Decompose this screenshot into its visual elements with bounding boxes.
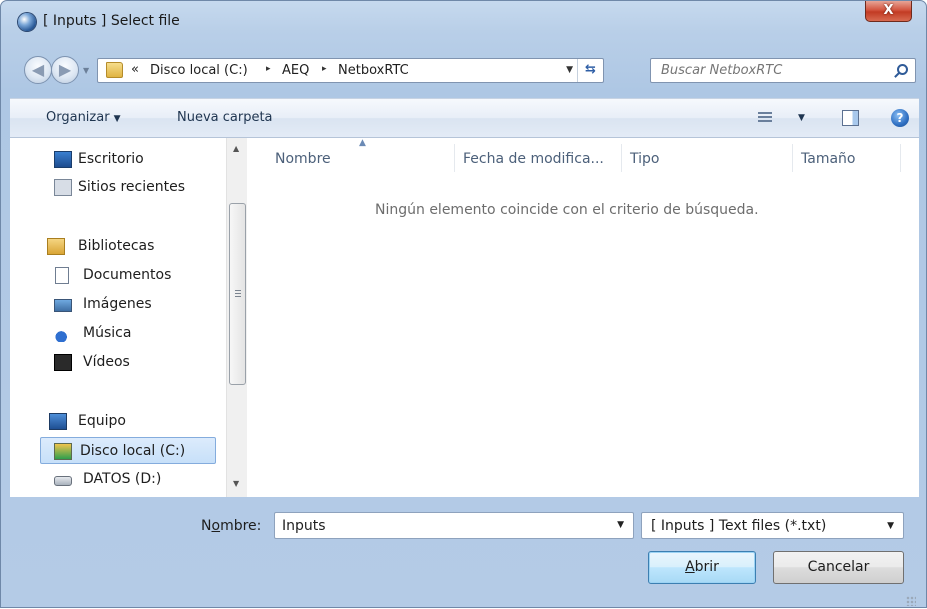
chevron-down-icon: ▼ bbox=[887, 521, 894, 531]
organize-label: Organizar bbox=[46, 110, 110, 125]
sidebar-item-label: Imágenes bbox=[83, 296, 152, 312]
sidebar-item-escritorio[interactable]: Escritorio bbox=[10, 146, 220, 173]
music-icon bbox=[54, 325, 72, 342]
scrollbar-thumb[interactable] bbox=[229, 203, 246, 385]
sidebar-item-label: Bibliotecas bbox=[78, 238, 155, 254]
open-button[interactable]: Abrir bbox=[648, 551, 756, 584]
column-header-type[interactable]: Tipo bbox=[630, 151, 659, 167]
desktop-icon bbox=[54, 151, 72, 168]
recent-locations-dropdown-icon[interactable]: ▼ bbox=[83, 66, 89, 75]
file-list[interactable]: Nombre ▲ Fecha de modifica... Tipo Tamañ… bbox=[249, 138, 919, 497]
videos-icon bbox=[54, 354, 72, 371]
file-name-label-part: mbre: bbox=[220, 518, 262, 534]
sidebar-item-label: Música bbox=[83, 325, 132, 341]
file-name-combobox[interactable]: ▼ bbox=[274, 512, 634, 539]
sidebar-item-bibliotecas[interactable]: Bibliotecas bbox=[10, 233, 220, 260]
drive-icon bbox=[54, 476, 72, 486]
navigation-pane: Escritorio Sitios recientes Bibliotecas … bbox=[10, 138, 248, 497]
sidebar-item-label: Escritorio bbox=[78, 151, 144, 167]
content-area: Escritorio Sitios recientes Bibliotecas … bbox=[10, 138, 919, 497]
column-divider[interactable] bbox=[900, 144, 901, 172]
local-disk-icon bbox=[54, 443, 72, 460]
scroll-up-icon[interactable]: ▲ bbox=[233, 144, 239, 153]
sidebar-item-imagenes[interactable]: Imágenes bbox=[10, 291, 220, 318]
search-box[interactable] bbox=[650, 58, 916, 83]
forward-button[interactable]: ▶ bbox=[51, 56, 79, 84]
search-input[interactable] bbox=[659, 61, 884, 80]
folder-icon bbox=[106, 62, 123, 78]
back-button[interactable]: ◀ bbox=[24, 56, 52, 84]
sidebar-item-label: Vídeos bbox=[83, 354, 130, 370]
grip-icon bbox=[235, 290, 241, 297]
file-name-label-part: N bbox=[201, 518, 212, 534]
file-name-label-accesskey: o bbox=[211, 518, 221, 534]
sidebar-item-documentos[interactable]: Documentos bbox=[10, 262, 220, 289]
view-options-dropdown-icon[interactable]: ▼ bbox=[798, 113, 805, 123]
breadcrumb-separator-icon[interactable]: ▸ bbox=[266, 64, 271, 74]
empty-list-message: Ningún elemento coincide con el criterio… bbox=[375, 202, 759, 218]
sidebar-item-disco-local[interactable]: Disco local (C:) bbox=[40, 437, 216, 464]
breadcrumb-item-aeq[interactable]: AEQ bbox=[282, 63, 309, 78]
file-name-label: Nombre: bbox=[201, 518, 261, 534]
sidebar-item-sitios-recientes[interactable]: Sitios recientes bbox=[10, 174, 220, 201]
refresh-button[interactable]: ⇆ bbox=[577, 59, 603, 82]
close-button[interactable]: X bbox=[865, 1, 912, 22]
sidebar-item-videos[interactable]: Vídeos bbox=[10, 349, 220, 376]
chevron-down-icon: ▼ bbox=[113, 114, 121, 124]
column-divider[interactable] bbox=[792, 144, 793, 172]
images-icon bbox=[54, 299, 72, 312]
sidebar-item-label: Documentos bbox=[83, 267, 172, 283]
sidebar-scrollbar[interactable]: ▲ ▼ bbox=[226, 138, 247, 497]
sidebar-item-label: DATOS (D:) bbox=[83, 471, 162, 487]
address-dropdown-icon[interactable]: ▼ bbox=[566, 65, 573, 75]
app-icon bbox=[18, 13, 36, 31]
breadcrumb-item-disk[interactable]: Disco local (C:) bbox=[150, 63, 248, 78]
column-divider[interactable] bbox=[621, 144, 622, 172]
breadcrumb-separator-icon[interactable]: ▸ bbox=[322, 64, 327, 74]
help-icon[interactable]: ? bbox=[891, 109, 909, 127]
sidebar-item-label: Sitios recientes bbox=[78, 179, 185, 195]
file-type-select[interactable]: [ Inputs ] Text files (*.txt) ▼ bbox=[641, 512, 904, 539]
sort-ascending-icon: ▲ bbox=[359, 138, 366, 148]
libraries-icon bbox=[47, 238, 65, 255]
file-dialog-window: [ Inputs ] Select file X ◀ ▶ ▼ « Disco l… bbox=[0, 0, 927, 608]
documents-icon bbox=[55, 267, 69, 284]
command-toolbar: Organizar ▼ Nueva carpeta ▼ ? bbox=[10, 98, 919, 138]
new-folder-button[interactable]: Nueva carpeta bbox=[177, 110, 273, 125]
column-header-size[interactable]: Tamaño bbox=[801, 151, 855, 167]
column-header-date[interactable]: Fecha de modifica... bbox=[463, 151, 604, 167]
file-name-input[interactable] bbox=[280, 516, 600, 535]
chevron-down-icon[interactable]: ▼ bbox=[617, 520, 624, 530]
open-label: brir bbox=[694, 559, 719, 575]
search-icon[interactable] bbox=[897, 64, 908, 75]
column-divider[interactable] bbox=[454, 144, 455, 172]
window-title: [ Inputs ] Select file bbox=[43, 13, 180, 29]
computer-icon bbox=[49, 413, 67, 430]
preview-pane-icon[interactable] bbox=[842, 110, 859, 126]
sidebar-item-equipo[interactable]: Equipo bbox=[10, 408, 220, 435]
address-bar[interactable]: « Disco local (C:) ▸ AEQ ▸ NetboxRTC ▼ ⇆ bbox=[97, 58, 604, 83]
sidebar-item-label: Disco local (C:) bbox=[80, 443, 186, 459]
file-type-value: [ Inputs ] Text files (*.txt) bbox=[651, 518, 827, 534]
breadcrumb-overflow[interactable]: « bbox=[131, 62, 139, 77]
sidebar-item-label: Equipo bbox=[78, 413, 126, 429]
navigation-bar: ◀ ▶ ▼ « Disco local (C:) ▸ AEQ ▸ NetboxR… bbox=[1, 49, 926, 89]
breadcrumb-item-netboxrtc[interactable]: NetboxRTC bbox=[338, 63, 409, 78]
recent-places-icon bbox=[54, 179, 72, 196]
title-bar: [ Inputs ] Select file X bbox=[1, 1, 926, 45]
change-view-icon[interactable] bbox=[758, 112, 772, 124]
bottom-panel: Nombre: ▼ [ Inputs ] Text files (*.txt) … bbox=[10, 497, 919, 609]
organize-button[interactable]: Organizar ▼ bbox=[46, 110, 120, 125]
scroll-down-icon[interactable]: ▼ bbox=[233, 479, 239, 488]
sidebar-item-musica[interactable]: Música bbox=[10, 320, 220, 347]
cancel-button[interactable]: Cancelar bbox=[773, 551, 904, 584]
resize-grip-icon[interactable] bbox=[906, 596, 916, 606]
sidebar-item-datos[interactable]: DATOS (D:) bbox=[10, 466, 220, 493]
column-header-name[interactable]: Nombre bbox=[275, 151, 331, 167]
open-accesskey: A bbox=[685, 559, 695, 575]
